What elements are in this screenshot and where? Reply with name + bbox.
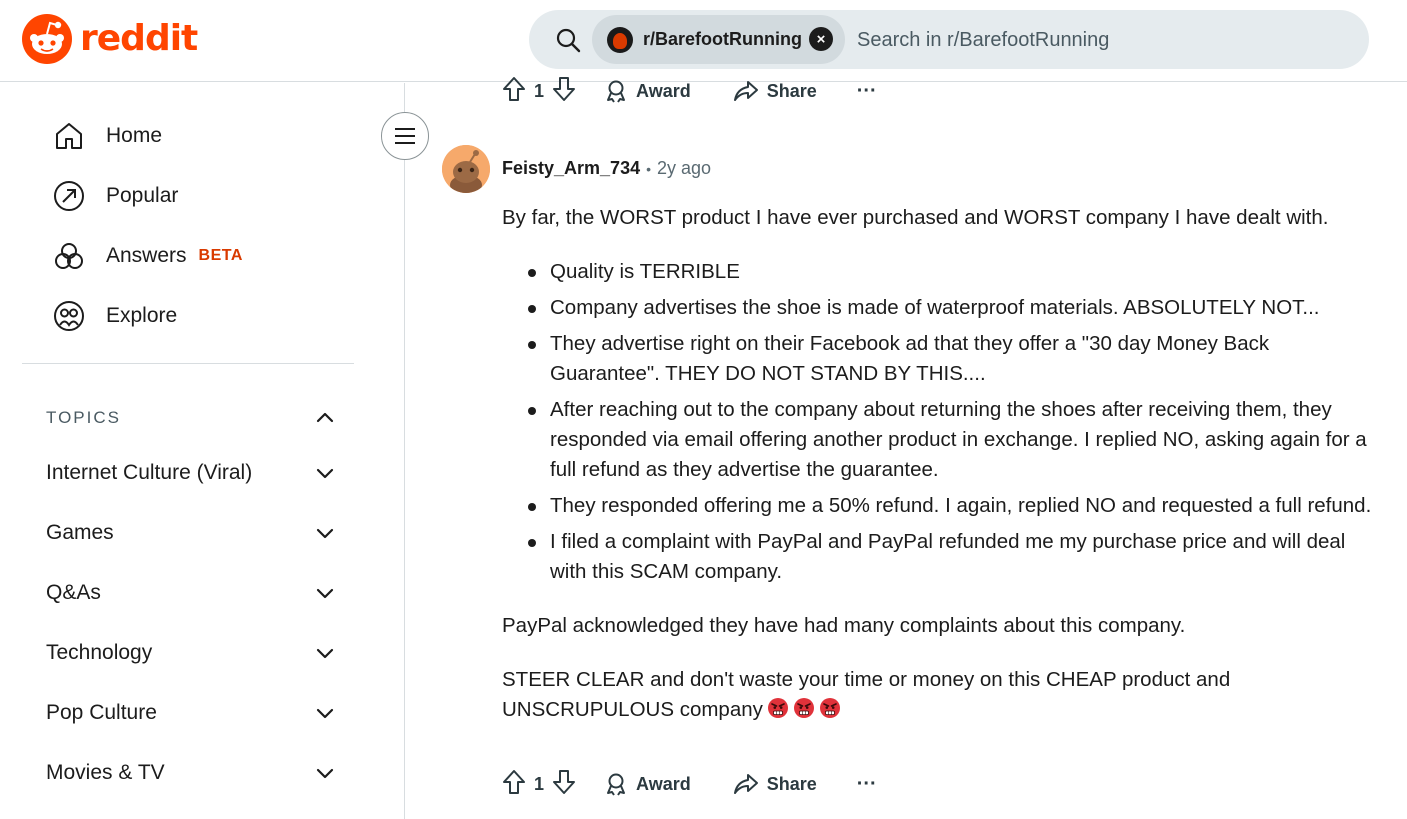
topic-label: Movies & TV — [46, 761, 165, 784]
downvote-button[interactable] — [552, 76, 576, 107]
subreddit-chip-label: r/BarefootRunning — [643, 29, 802, 49]
topic-label: Pop Culture — [46, 701, 157, 724]
sidebar-item-label: Explore — [106, 304, 178, 327]
subreddit-search-chip: r/BarefootRunning × — [592, 15, 845, 64]
list-item: Company advertises the shoe is made of w… — [502, 293, 1372, 323]
share-label: Share — [766, 773, 817, 794]
list-item: They advertise right on their Facebook a… — [502, 329, 1372, 389]
topic-qas[interactable]: Q&As — [46, 573, 336, 613]
comment-timestamp[interactable]: 2y ago — [657, 158, 711, 179]
topic-label: Internet Culture (Viral) — [46, 461, 253, 484]
previous-comment-actions: 1 Award Share ··· — [502, 73, 877, 109]
answers-icon — [55, 243, 83, 269]
topics-heading: TOPICS — [46, 408, 121, 427]
vote-count: 1 — [534, 80, 545, 101]
comment-paragraph: PayPal acknowledged they have had many c… — [502, 614, 1186, 637]
sidebar-item-label: Popular — [106, 184, 179, 207]
reddit-wordmark: reddit — [80, 18, 198, 59]
topic-technology[interactable]: Technology — [46, 633, 336, 673]
vote-count: 1 — [534, 773, 545, 794]
avatar[interactable] — [442, 145, 490, 193]
topic-movies-tv[interactable]: Movies & TV — [46, 753, 336, 793]
more-options-button[interactable]: ··· — [857, 773, 877, 796]
comment-paragraph-final: STEER CLEAR and don't waste your time or… — [502, 665, 1372, 725]
popular-icon — [54, 181, 84, 211]
sidebar-item-home[interactable]: Home — [52, 116, 162, 156]
comment-author-link[interactable]: Feisty_Arm_734 — [502, 158, 640, 179]
comment-paragraph-text: STEER CLEAR and don't waste your time or… — [502, 668, 1231, 721]
chevron-up-icon — [316, 412, 334, 423]
comment-bullet-list: Quality is TERRIBLE Company advertises t… — [502, 257, 1372, 587]
sidebar-item-explore[interactable]: Explore — [52, 296, 177, 336]
upvote-icon — [503, 769, 525, 794]
angry-face-emoji-icon — [793, 698, 814, 718]
sidebar-item-label: Home — [106, 124, 163, 147]
topic-games[interactable]: Games — [46, 513, 336, 553]
topics-section-toggle[interactable]: TOPICS — [46, 403, 336, 433]
reddit-logo[interactable]: reddit — [22, 14, 198, 64]
upvote-button[interactable] — [502, 76, 526, 107]
left-sidebar: Home Popular Answers BETA Explore TOPICS — [0, 83, 405, 819]
beta-badge: BETA — [198, 247, 243, 264]
share-label: Share — [766, 80, 817, 101]
topic-label: Technology — [46, 641, 153, 664]
downvote-icon — [553, 769, 576, 794]
share-button[interactable]: Share — [733, 79, 817, 103]
award-icon — [607, 773, 626, 796]
share-button[interactable]: Share — [733, 772, 817, 796]
list-item: I filed a complaint with PayPal and PayP… — [502, 527, 1372, 587]
sidebar-item-label: Answers — [106, 244, 187, 267]
downvote-icon — [553, 76, 576, 101]
angry-face-emoji-icon — [767, 698, 788, 718]
upvote-icon — [503, 76, 525, 101]
comment-actions: 1 Award Share ··· — [502, 766, 877, 802]
share-icon — [733, 774, 758, 794]
sidebar-item-popular[interactable]: Popular — [52, 176, 178, 216]
reddit-snoo-icon — [22, 14, 72, 64]
chevron-down-icon — [316, 468, 334, 479]
upvote-button[interactable] — [502, 769, 526, 800]
more-options-button[interactable]: ··· — [857, 80, 877, 103]
hamburger-menu-icon — [395, 128, 415, 144]
comment-paragraph: By far, the WORST product I have ever pu… — [502, 206, 1329, 229]
sidebar-item-answers[interactable]: Answers BETA — [52, 236, 243, 276]
angry-face-emoji-icon — [819, 698, 840, 718]
list-item: They responded offering me a 50% refund.… — [502, 491, 1372, 521]
chevron-down-icon — [316, 708, 334, 719]
list-item: Quality is TERRIBLE — [502, 257, 1372, 287]
award-icon — [607, 80, 626, 103]
meta-separator: • — [646, 160, 651, 177]
collapse-sidebar-button[interactable] — [381, 112, 429, 160]
topic-label: Games — [46, 521, 114, 544]
award-button[interactable]: Award — [604, 79, 691, 103]
list-item: After reaching out to the company about … — [502, 395, 1372, 485]
explore-icon — [54, 301, 84, 331]
top-header: reddit r/BarefootRunning × Search in r/B… — [0, 0, 1407, 82]
topic-pop-culture[interactable]: Pop Culture — [46, 693, 336, 733]
search-input[interactable]: Search in r/BarefootRunning — [857, 29, 1109, 52]
topic-internet-culture[interactable]: Internet Culture (Viral) — [46, 453, 336, 493]
clear-subreddit-button[interactable]: × — [809, 27, 833, 51]
chevron-down-icon — [316, 528, 334, 539]
angry-emoji-group — [763, 698, 841, 721]
chevron-down-icon — [316, 768, 334, 779]
search-bar[interactable]: r/BarefootRunning × Search in r/Barefoot… — [529, 10, 1369, 69]
sidebar-divider — [22, 363, 354, 364]
award-button[interactable]: Award — [604, 772, 691, 796]
home-icon — [56, 123, 82, 149]
user-avatar-icon — [442, 145, 490, 193]
chevron-down-icon — [316, 648, 334, 659]
search-icon — [556, 28, 581, 53]
comment-body: By far, the WORST product I have ever pu… — [502, 203, 1372, 749]
share-icon — [733, 81, 758, 101]
award-label: Award — [636, 773, 691, 794]
topic-label: Q&As — [46, 581, 101, 604]
chevron-down-icon — [316, 588, 334, 599]
subreddit-avatar — [607, 26, 633, 53]
downvote-button[interactable] — [552, 769, 576, 800]
comment-meta: Feisty_Arm_734 • 2y ago — [502, 158, 711, 179]
award-label: Award — [636, 80, 691, 101]
